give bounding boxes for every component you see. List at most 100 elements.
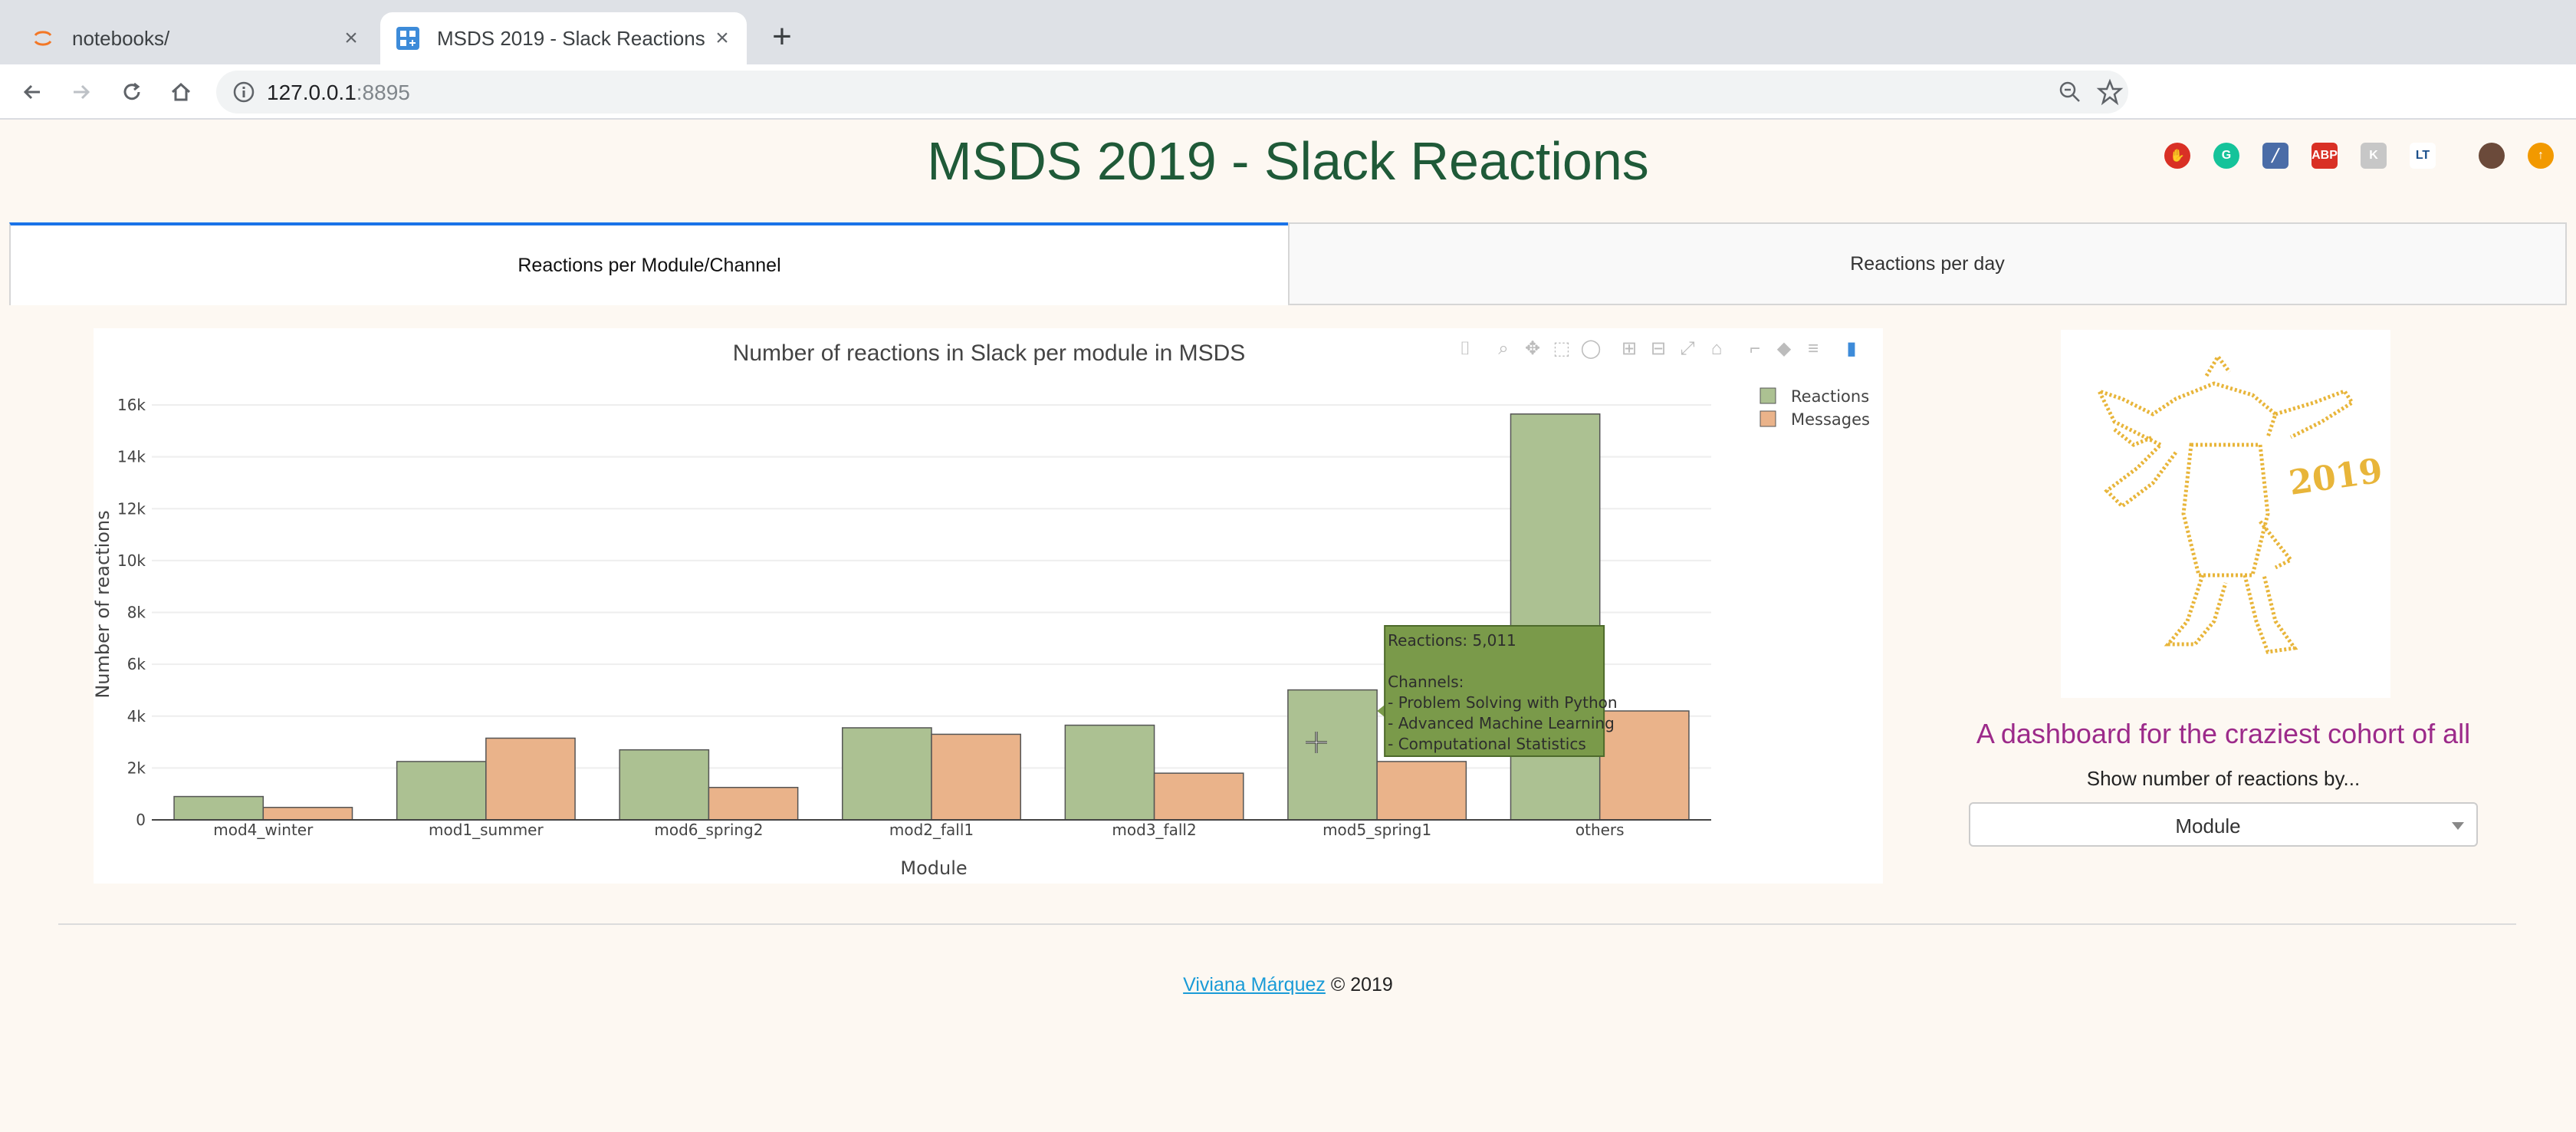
hover-closest-icon[interactable]: ◆: [1773, 336, 1796, 362]
url-port: :8895: [356, 81, 410, 104]
dashboard-tabs: Reactions per Module/Channel Reactions p…: [9, 222, 2567, 305]
new-tab-button[interactable]: +: [764, 20, 800, 57]
y-axis-ticks: 0 2k 4k 6k 8k 10k 12k 14k 16k: [117, 396, 146, 829]
legend-label: Reactions: [1791, 387, 1869, 406]
tooltip-line: - Computational Statistics: [1388, 735, 1586, 753]
bar-chart-svg: Number of reactions in Slack per module …: [92, 341, 1870, 879]
dropdown-selected-value: Module: [2175, 814, 2241, 837]
reload-icon: [123, 82, 140, 100]
bar-reactions-others: [1510, 413, 1601, 821]
bar-messages-mod5_spring1: [1376, 761, 1467, 821]
group-by-dropdown[interactable]: Module: [1969, 802, 2478, 847]
close-icon[interactable]: ×: [337, 25, 365, 52]
reactions-chart: ⌷ ⌕ ✥ ⬚ ◯ ⊞ ⊟ ⤢ ⌂ ⌐ ◆ ≡ ▮ Number of reac…: [92, 328, 1883, 884]
bar-reactions-mod4_winter: [173, 795, 264, 821]
zoom-in-icon[interactable]: ⊞: [1618, 336, 1641, 362]
plotly-logo-icon[interactable]: ▮: [1840, 336, 1863, 362]
dropdown-label: Show number of reactions by...: [2086, 767, 2361, 790]
forward-arrow-icon: [74, 84, 90, 100]
x-axis-title: Module: [900, 857, 967, 879]
tooltip-line: - Advanced Machine Learning: [1388, 714, 1615, 732]
x-axis-ticks: mod4_winter mod1_summer mod6_spring2 mod2_f…: [213, 821, 1624, 839]
zoom-out-icon[interactable]: [2056, 78, 2084, 106]
browser-tab-notebooks[interactable]: notebooks/ ×: [15, 12, 376, 64]
y-tick-label: 10k: [117, 551, 146, 570]
bar-reactions-mod3_fall2: [1064, 724, 1155, 821]
legend: Reactions Messages: [1760, 387, 1870, 429]
autoscale-icon[interactable]: ⤢: [1676, 336, 1699, 362]
home-icon: [171, 82, 191, 101]
tooltip-line: - Problem Solving with Python: [1388, 693, 1617, 712]
copyright-text: © 2019: [1325, 974, 1393, 995]
reload-button[interactable]: [113, 74, 150, 110]
bar-messages-mod3_fall2: [1153, 772, 1244, 821]
spike-lines-icon[interactable]: ⌐: [1743, 336, 1766, 362]
chart-title: Number of reactions in Slack per module …: [733, 341, 1246, 366]
bar-reactions-mod6_spring2: [619, 749, 710, 821]
plotly-modebar: ⌷ ⌕ ✥ ⬚ ◯ ⊞ ⊟ ⤢ ⌂ ⌐ ◆ ≡ ▮: [1454, 336, 1883, 367]
back-arrow-icon: [23, 84, 40, 100]
legend-swatch: [1760, 387, 1776, 404]
author-link[interactable]: Viviana Márquez: [1183, 974, 1326, 995]
back-button[interactable]: [14, 74, 51, 110]
hover-tooltip: Reactions: 5,011 Channels: - Problem Solvi…: [1377, 625, 1618, 757]
x-tick-label: mod1_summer: [429, 821, 544, 839]
jupyter-icon: [34, 31, 52, 46]
y-tick-label: 4k: [127, 707, 146, 726]
url-text: 127.0.0.1:8895: [267, 81, 410, 105]
bookmark-star-icon[interactable]: [2096, 78, 2124, 106]
info-icon[interactable]: [232, 80, 256, 104]
mascot-2019-text: 2019: [2286, 451, 2384, 503]
camera-icon[interactable]: ⌷: [1454, 336, 1477, 362]
dabbing-shark-illustration: 2019: [2095, 353, 2385, 654]
box-select-icon[interactable]: ⬚: [1550, 336, 1573, 362]
tab-reactions-per-module[interactable]: Reactions per Module/Channel: [9, 222, 1288, 305]
chevron-down-icon[interactable]: [2452, 822, 2464, 830]
pan-icon[interactable]: ✥: [1521, 336, 1544, 362]
y-tick-label: 6k: [127, 655, 146, 673]
tooltip-line: Reactions: 5,011: [1388, 631, 1516, 650]
legend-label: Messages: [1791, 410, 1870, 429]
bar-reactions-mod1_summer: [396, 761, 487, 821]
address-bar[interactable]: 127.0.0.1:8895: [216, 71, 2128, 114]
y-tick-label: 0: [136, 811, 146, 829]
hover-compare-icon[interactable]: ≡: [1802, 336, 1825, 362]
browser-tab-title: notebooks/: [72, 26, 170, 50]
y-tick-label: 16k: [117, 396, 146, 414]
dashboard-tagline: A dashboard for the craziest cohort of a…: [1976, 718, 2471, 749]
bar-messages-mod2_fall1: [931, 733, 1021, 821]
bars: [173, 413, 1690, 821]
legend-swatch: [1760, 410, 1776, 427]
x-tick-label: mod2_fall1: [889, 821, 974, 839]
zoom-out-icon[interactable]: ⊟: [1647, 336, 1670, 362]
browser-tab-slack-reactions[interactable]: MSDS 2019 - Slack Reactions ×: [380, 12, 747, 64]
x-tick-label: others: [1576, 821, 1625, 839]
x-tick-label: mod5_spring1: [1322, 821, 1431, 839]
browser-tab-title: MSDS 2019 - Slack Reactions: [437, 26, 705, 50]
browser-tab-strip: notebooks/ × MSDS 2019 - Slack Reactions…: [0, 0, 2576, 64]
x-tick-label: mod4_winter: [213, 821, 314, 839]
y-tick-label: 12k: [117, 499, 146, 518]
y-tick-label: 8k: [127, 604, 146, 622]
forward-button[interactable]: [63, 74, 100, 110]
tooltip-line: Channels:: [1388, 673, 1464, 691]
x-tick-label: mod6_spring2: [654, 821, 763, 839]
y-tick-label: 14k: [117, 448, 146, 466]
page-title: MSDS 2019 - Slack Reactions: [927, 131, 1649, 191]
zoom-icon[interactable]: ⌕: [1492, 336, 1515, 362]
home-button[interactable]: [163, 74, 199, 110]
bar-reactions-mod2_fall1: [842, 727, 932, 821]
y-axis-title: Number of reactions: [94, 510, 113, 698]
url-host: 127.0.0.1: [267, 81, 356, 104]
bar-reactions-mod5_spring1: [1287, 689, 1378, 821]
lasso-select-icon[interactable]: ◯: [1579, 336, 1602, 362]
reset-axes-icon[interactable]: ⌂: [1705, 336, 1728, 362]
bar-messages-mod4_winter: [262, 807, 353, 821]
browser-toolbar: 127.0.0.1:8895 ✋ G ╱ ABP K LT ↑: [0, 64, 2576, 169]
bar-messages-mod6_spring2: [708, 786, 799, 821]
x-tick-label: mod3_fall2: [1112, 821, 1196, 839]
mascot-image: 2019: [2061, 330, 2390, 698]
tab-reactions-per-day[interactable]: Reactions per day: [1288, 222, 2567, 305]
close-icon[interactable]: ×: [708, 25, 736, 52]
footer: Viviana Márquez © 2019: [0, 974, 2576, 996]
